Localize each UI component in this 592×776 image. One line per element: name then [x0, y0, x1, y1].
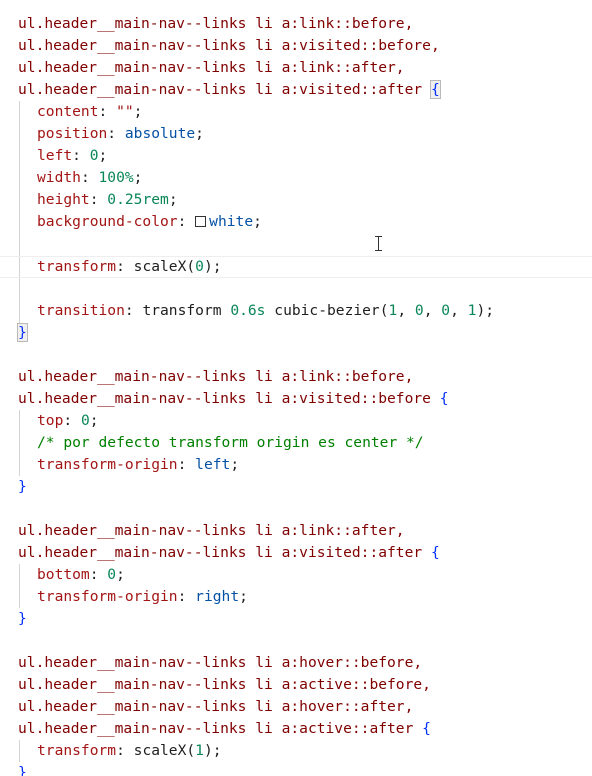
open-brace: { [422, 720, 431, 737]
code-line[interactable]: transform: scaleX(1); [18, 740, 222, 762]
css-selector: ul.header__main-nav--links li a:hover::a… [18, 698, 414, 715]
code-line[interactable]: ul.header__main-nav--links li a:link::af… [18, 520, 405, 542]
close-brace: } [18, 478, 27, 495]
css-value: absolute [124, 125, 196, 142]
css-property: bottom [37, 566, 90, 583]
close-brace: } [18, 764, 27, 776]
css-property: transition [37, 302, 125, 319]
css-value: 0.25rem [107, 191, 169, 208]
css-value: 100% [98, 169, 134, 186]
code-line[interactable]: ul.header__main-nav--links li a:visited:… [18, 35, 440, 57]
css-property: left [37, 147, 73, 164]
code-line[interactable]: ul.header__main-nav--links li a:visited:… [18, 79, 441, 101]
open-brace: { [429, 80, 441, 99]
css-selector: ul.header__main-nav--links li a:link::be… [18, 15, 414, 32]
css-value: "" [116, 103, 134, 120]
css-property: position [37, 125, 108, 142]
css-selector: ul.header__main-nav--links li a:visited:… [18, 37, 440, 54]
css-selector: ul.header__main-nav--links li a:visited:… [18, 81, 431, 98]
css-property: background-color [37, 213, 178, 230]
code-line[interactable]: } [18, 762, 27, 776]
css-selector: ul.header__main-nav--links li a:link::af… [18, 59, 405, 76]
code-comment: /* por defecto transform origin es cente… [37, 434, 424, 451]
code-line[interactable]: ul.header__main-nav--links li a:active::… [18, 674, 431, 696]
open-brace: { [439, 390, 449, 407]
css-value: left [195, 456, 231, 473]
code-line[interactable]: } [18, 476, 27, 498]
css-selector: ul.header__main-nav--links li a:link::be… [18, 368, 414, 385]
code-line[interactable]: ul.header__main-nav--links li a:visited:… [18, 388, 449, 410]
css-property: top [37, 412, 64, 429]
code-line[interactable]: transform: scaleX(0); [18, 256, 222, 278]
css-property: transform-origin [37, 588, 178, 605]
open-brace: { [430, 544, 440, 561]
css-property: content [37, 103, 99, 120]
css-selector: ul.header__main-nav--links li a:link::af… [18, 522, 405, 539]
css-value: 0 [107, 566, 117, 583]
code-line[interactable]: height: 0.25rem; [18, 189, 178, 211]
code-editor[interactable]: ul.header__main-nav--links li a:link::be… [0, 0, 592, 776]
code-line[interactable]: top: 0; [18, 410, 99, 432]
code-line[interactable]: bottom: 0; [18, 564, 125, 586]
css-value: white [209, 213, 254, 230]
code-line[interactable]: ul.header__main-nav--links li a:visited:… [18, 542, 440, 564]
code-line[interactable]: /* por defecto transform origin es cente… [18, 432, 424, 454]
css-value: 0.6s [230, 302, 266, 319]
color-swatch-icon[interactable] [195, 216, 207, 227]
css-function-close: ) [203, 742, 213, 759]
css-value: 1 [388, 302, 398, 319]
code-line[interactable]: width: 100%; [18, 167, 142, 189]
code-line[interactable]: } [18, 608, 27, 630]
css-value: 0 [80, 412, 90, 429]
close-brace: } [18, 610, 27, 627]
css-selector: ul.header__main-nav--links li a:hover::b… [18, 654, 423, 671]
css-value: 0 [195, 258, 204, 275]
code-line[interactable]: ul.header__main-nav--links li a:hover::a… [18, 696, 413, 718]
code-line[interactable]: left: 0; [18, 145, 107, 167]
code-line[interactable]: ul.header__main-nav--links li a:link::af… [18, 57, 405, 79]
css-selector: ul.header__main-nav--links li a:active::… [18, 676, 431, 693]
code-line[interactable]: ul.header__main-nav--links li a:link::be… [18, 13, 413, 35]
css-property: transform [37, 742, 117, 759]
css-selector: ul.header__main-nav--links li a:visited:… [18, 390, 440, 407]
css-property: height [37, 191, 90, 208]
text-cursor-icon [374, 236, 383, 251]
css-value: 0 [89, 147, 99, 164]
css-property: transform-origin [37, 456, 178, 473]
css-value: 0 [441, 302, 451, 319]
code-line[interactable]: } [17, 322, 28, 344]
css-function: cubic-bezier( [274, 302, 389, 319]
code-line[interactable]: transform-origin: left; [18, 454, 239, 476]
css-selector: ul.header__main-nav--links li a:visited:… [18, 544, 431, 561]
css-selector: ul.header__main-nav--links li a:active::… [18, 720, 423, 737]
css-value: transform [142, 302, 222, 319]
close-brace: } [17, 323, 28, 342]
code-line[interactable]: ul.header__main-nav--links li a:link::be… [18, 366, 413, 388]
css-property: transform [37, 258, 117, 275]
css-function: scaleX( [133, 258, 196, 275]
css-value: 1 [195, 742, 204, 759]
code-line[interactable]: background-color: white; [18, 211, 262, 233]
code-line[interactable]: position: absolute; [18, 123, 204, 145]
css-property: width [37, 169, 81, 186]
code-line[interactable]: transform-origin: right; [18, 586, 248, 608]
code-line[interactable]: ul.header__main-nav--links li a:active::… [18, 718, 431, 740]
css-function-close: ) [203, 258, 213, 275]
css-value: 0 [414, 302, 424, 319]
css-value: right [195, 588, 240, 605]
code-line[interactable]: transition: transform 0.6s cubic-bezier(… [18, 300, 494, 322]
code-line[interactable]: ul.header__main-nav--links li a:hover::b… [18, 652, 422, 674]
css-function: scaleX( [133, 742, 196, 759]
code-line[interactable]: content: ""; [18, 101, 142, 123]
